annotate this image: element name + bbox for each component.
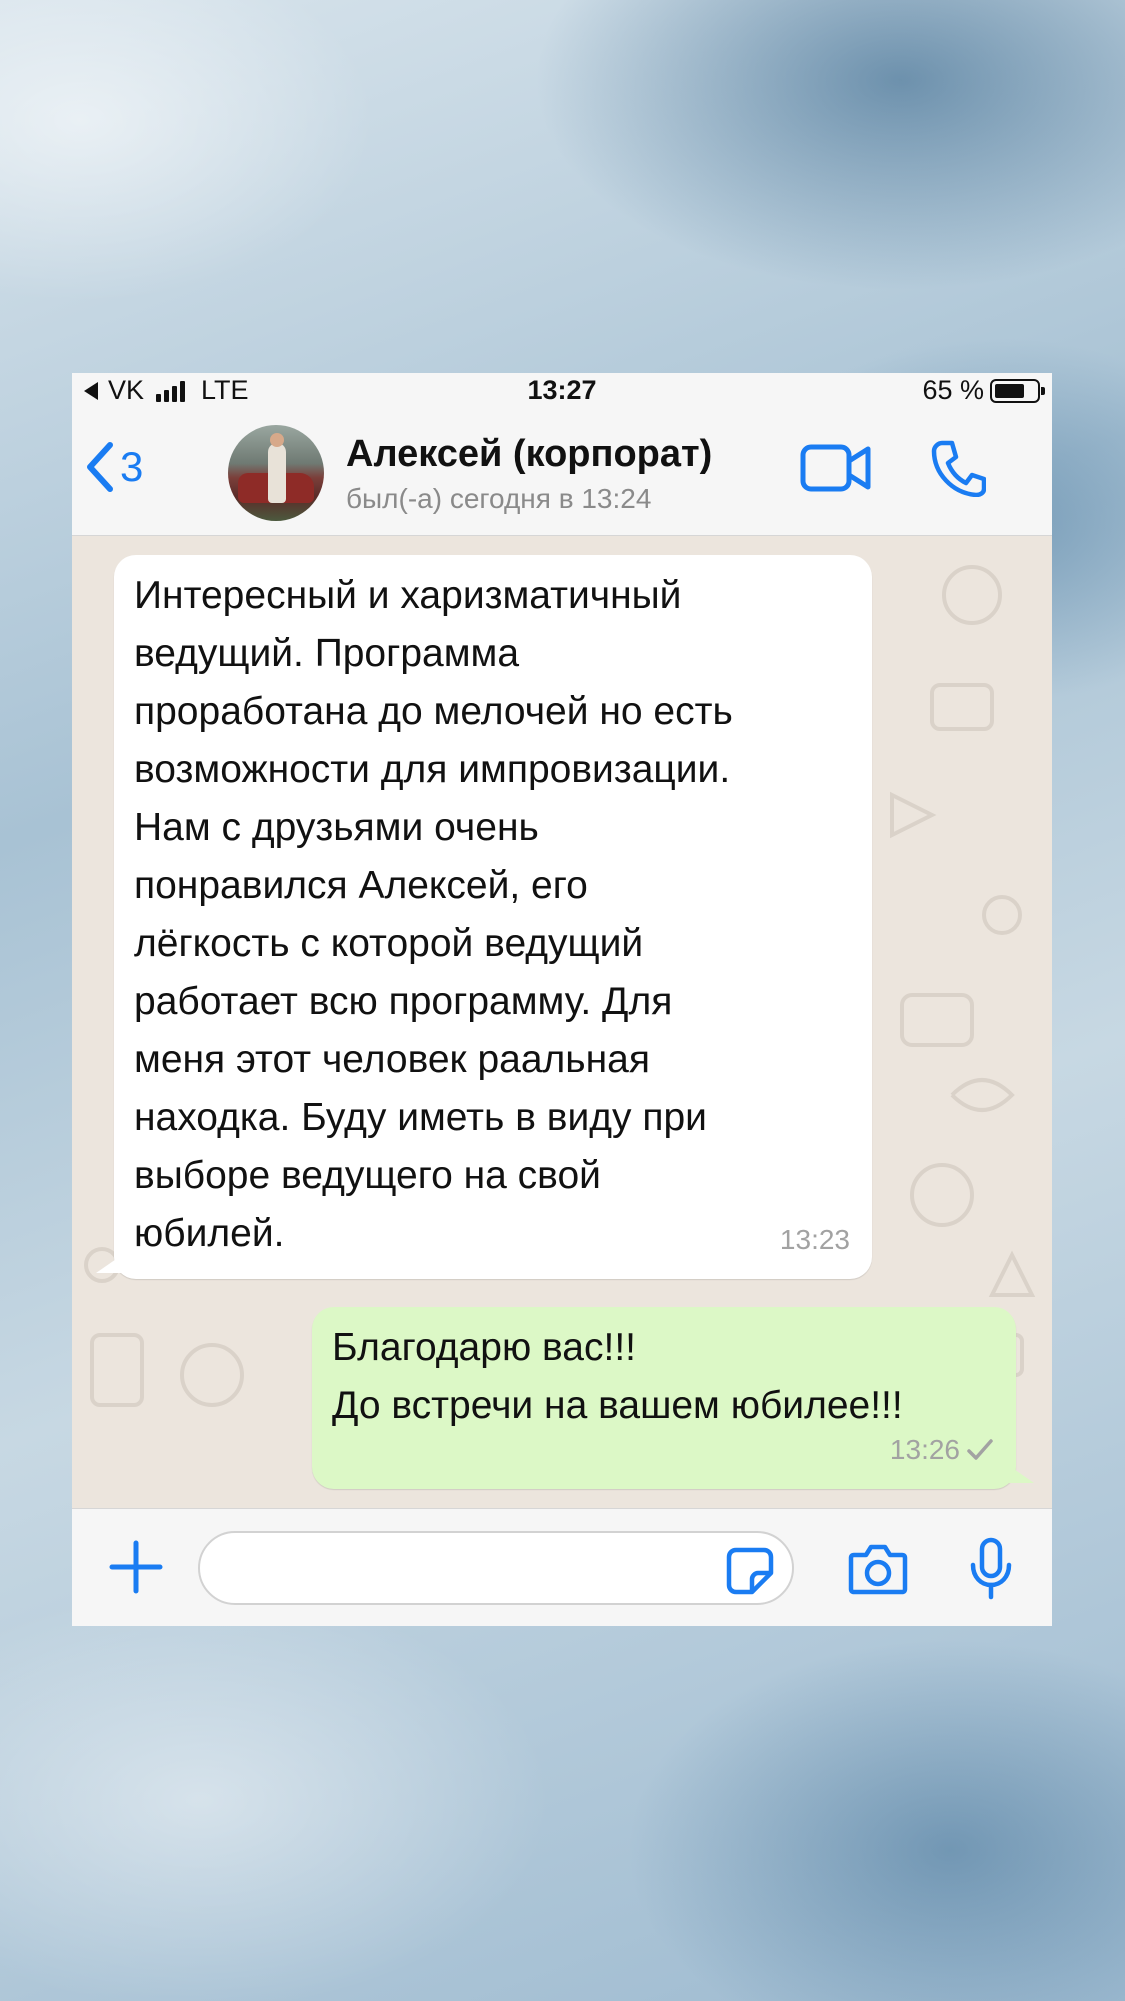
unread-count: 3 (120, 443, 144, 490)
contact-last-seen: был(-а) сегодня в 13:24 (346, 483, 652, 514)
outgoing-message[interactable]: Благодарю вас!!! До встречи на вашем юби… (312, 1307, 1034, 1489)
avatar[interactable] (228, 425, 324, 521)
plus-icon[interactable] (108, 1539, 164, 1595)
message-input[interactable] (198, 1531, 794, 1605)
microphone-icon[interactable] (968, 1537, 1014, 1601)
message-timestamp: 13:23 (779, 1224, 850, 1255)
composer-bar (72, 1508, 1052, 1626)
contact-name[interactable]: Алексей (корпорат) (346, 433, 712, 476)
back-button[interactable]: 3 (84, 441, 143, 493)
message-text: Интересный и харизматичный ведущий. Прог… (134, 574, 733, 1255)
message-time: 13:23 (780, 1211, 850, 1269)
back-chevron-icon (87, 442, 113, 492)
checkmark-icon (967, 1439, 993, 1460)
battery-percent: 65 % (922, 375, 984, 405)
chat-area[interactable]: Интересный и харизматичный ведущий. Прог… (72, 535, 1052, 1508)
sticker-icon[interactable] (726, 1547, 774, 1595)
phone-icon[interactable] (930, 439, 986, 497)
message-timestamp: 13:26 (889, 1434, 960, 1465)
video-call-icon[interactable] (800, 439, 872, 497)
camera-icon[interactable] (848, 1543, 908, 1595)
phone-screen: VK LTE 13:27 65 % 3 Алексей (корпорат) б… (72, 373, 1052, 1626)
battery-icon (990, 378, 1045, 403)
status-bar: VK LTE 13:27 65 % (72, 373, 1052, 409)
status-right: 65 % (922, 375, 1045, 406)
status-time: 13:27 (527, 375, 597, 405)
message-text: Благодарю вас!!! До встречи на вашем юби… (332, 1326, 903, 1427)
incoming-message[interactable]: Интересный и харизматичный ведущий. Прог… (96, 555, 872, 1279)
message-time: 13:26 (890, 1421, 994, 1479)
chat-header: 3 Алексей (корпорат) был(-а) сегодня в 1… (72, 409, 1052, 536)
